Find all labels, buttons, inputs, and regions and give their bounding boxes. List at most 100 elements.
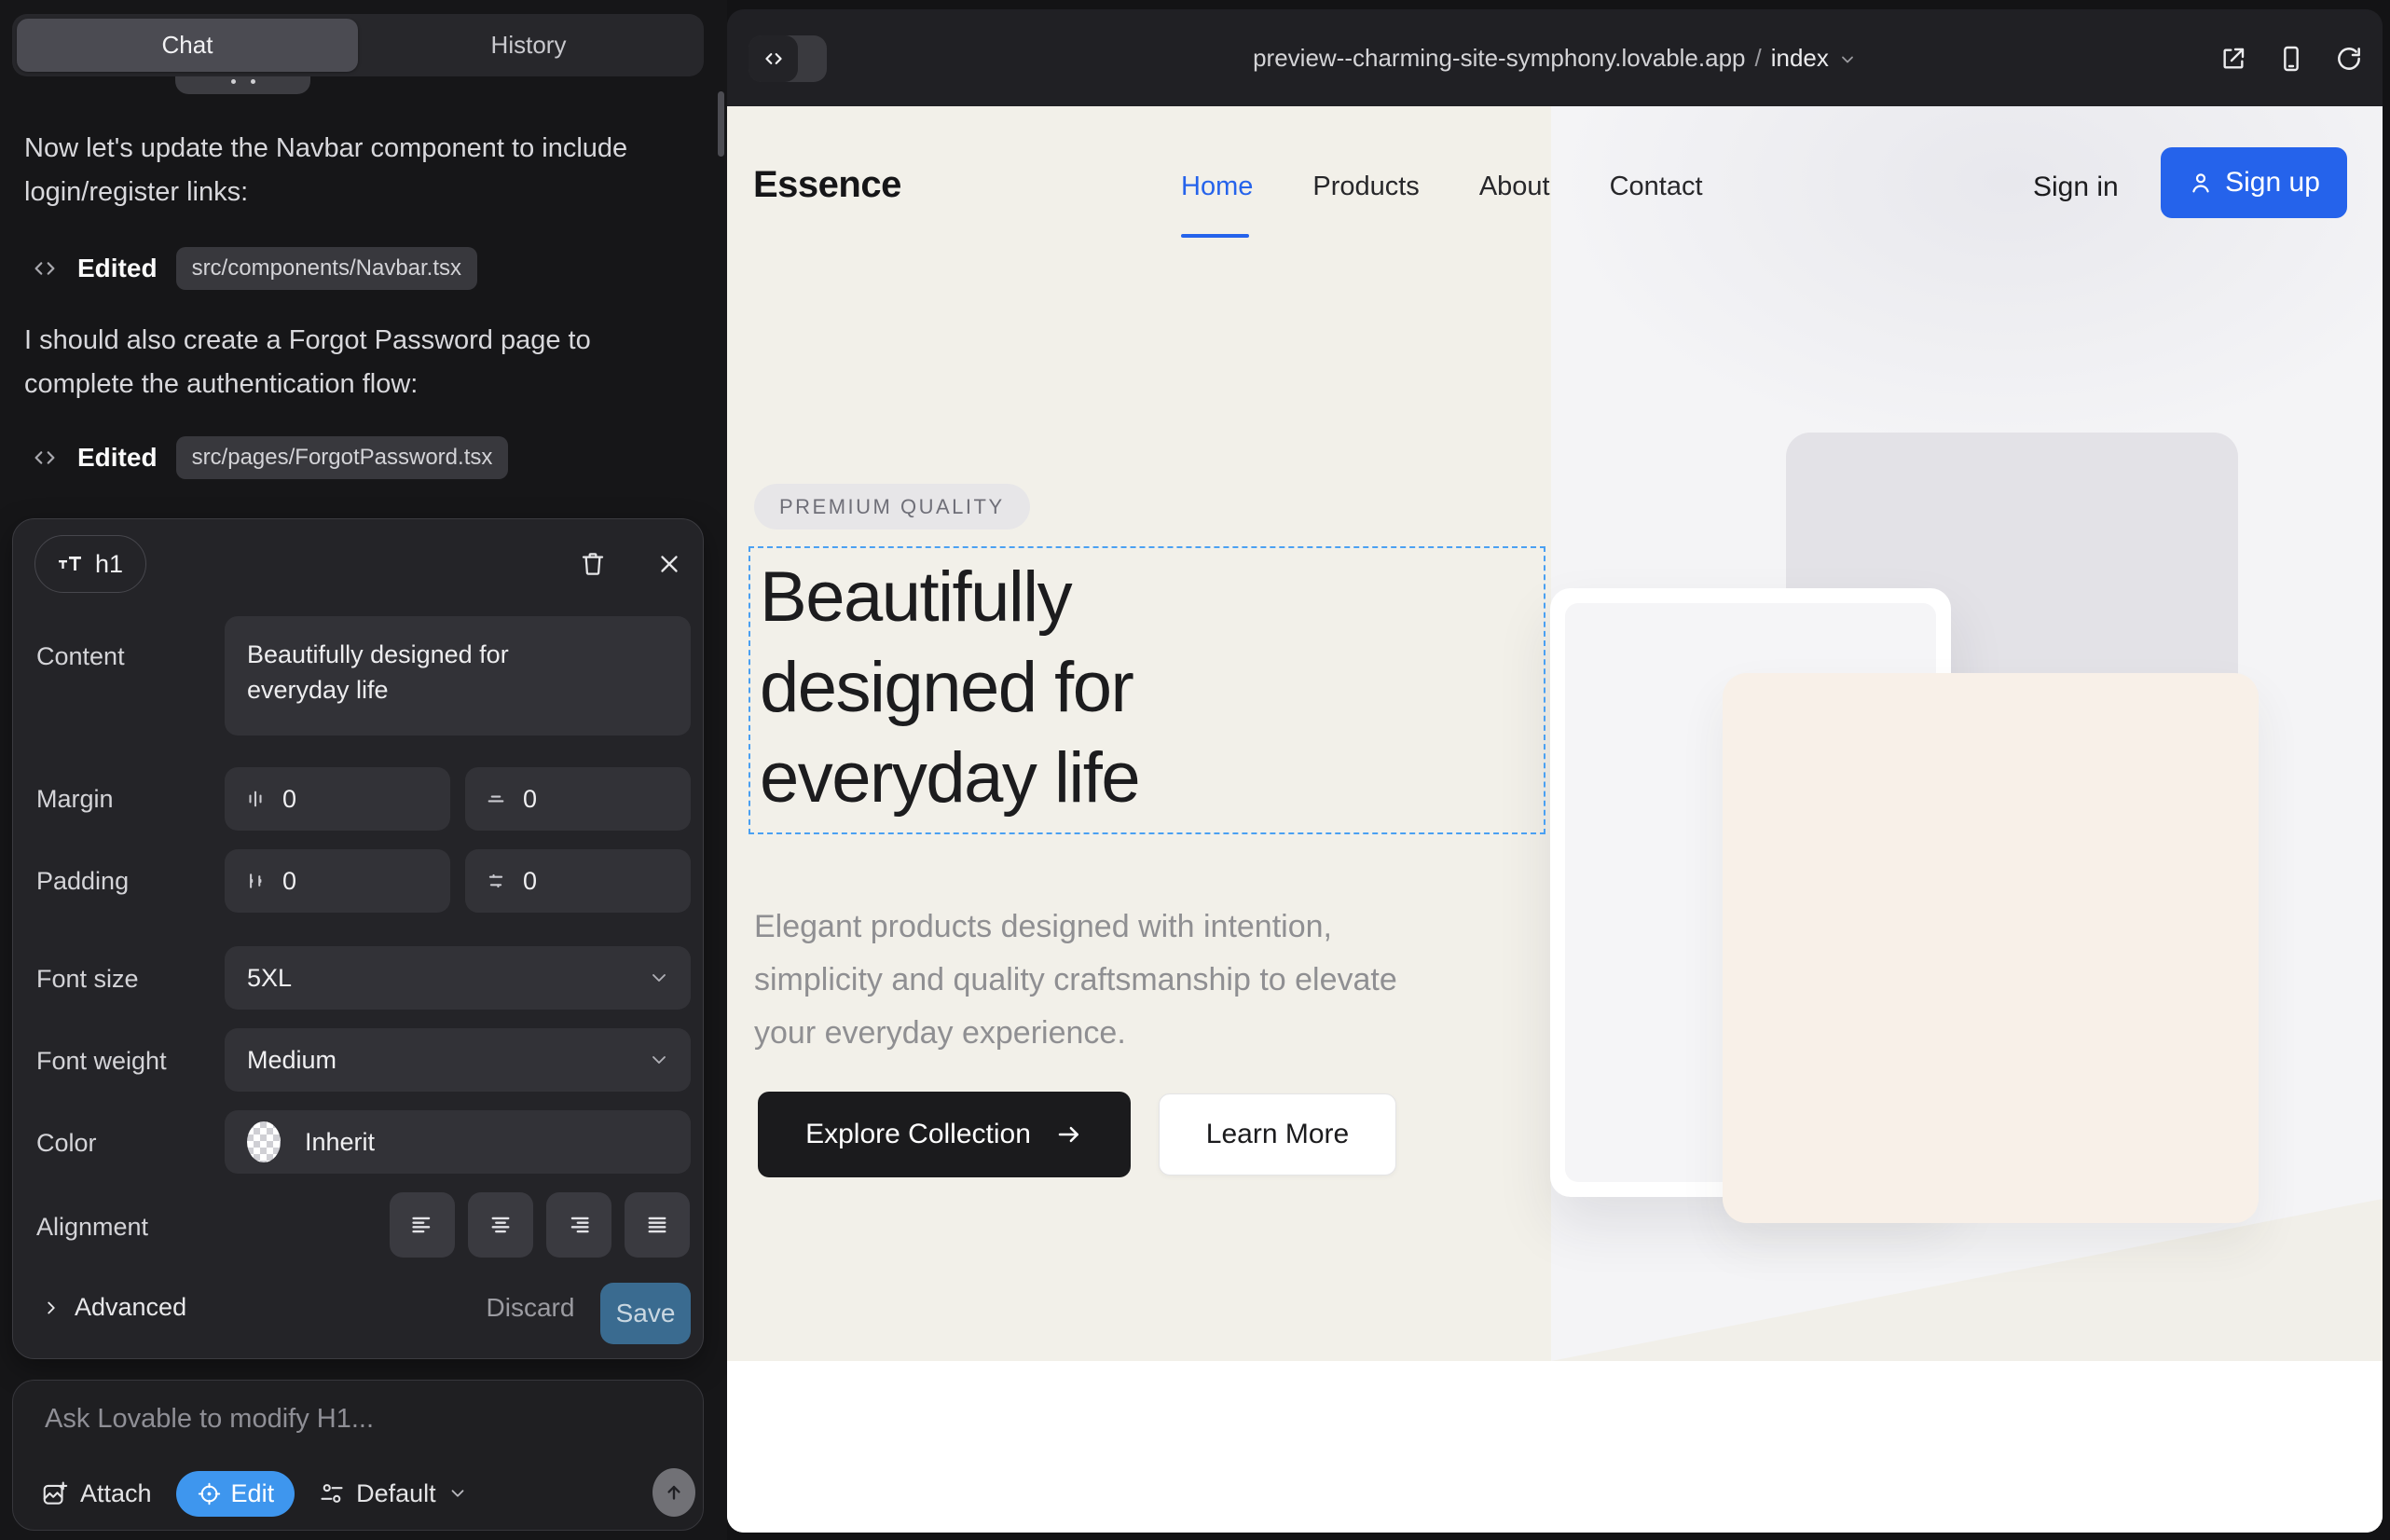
model-default-label: Default: [356, 1479, 436, 1508]
chevron-down-icon: [648, 1049, 670, 1071]
prompt-toolbar: Attach Edit Default: [41, 1470, 468, 1517]
site-logo[interactable]: Essence: [753, 164, 901, 206]
margin-x-value: 0: [282, 785, 296, 814]
browser-chrome: preview--charming-site-symphony.lovable.…: [727, 9, 2383, 106]
sliders-icon: [319, 1480, 345, 1506]
hero-card-cream: [1723, 673, 2259, 1223]
margin-y-value: 0: [523, 785, 537, 814]
dot-icon: [251, 79, 255, 84]
align-left-button[interactable]: [390, 1192, 455, 1258]
color-select[interactable]: Inherit: [225, 1110, 691, 1174]
url-bar[interactable]: preview--charming-site-symphony.lovable.…: [727, 9, 2383, 106]
code-icon: [31, 254, 59, 282]
tab-history[interactable]: History: [358, 19, 699, 72]
align-justify-icon: [645, 1213, 669, 1237]
trash-icon: [578, 549, 608, 579]
attach-button[interactable]: Attach: [41, 1479, 152, 1508]
discard-button[interactable]: Discard: [470, 1293, 591, 1323]
sign-up-button[interactable]: Sign up: [2161, 147, 2347, 218]
font-weight-select[interactable]: Medium: [225, 1028, 691, 1092]
alignment-label: Alignment: [36, 1213, 148, 1242]
assistant-message: Now let's update the Navbar component to…: [24, 127, 664, 214]
content-label: Content: [36, 642, 125, 671]
save-button[interactable]: Save: [600, 1283, 691, 1344]
nav-link-contact[interactable]: Contact: [1610, 172, 1703, 202]
align-center-button[interactable]: [468, 1192, 533, 1258]
margin-y-icon: [486, 789, 506, 809]
crosshair-icon: [197, 1481, 222, 1506]
advanced-label: Advanced: [75, 1293, 186, 1322]
font-weight-label: Font weight: [36, 1047, 167, 1076]
edited-file-chip[interactable]: src/components/Navbar.tsx: [176, 247, 477, 290]
edited-label: Edited: [77, 254, 158, 283]
arrow-right-icon: [1055, 1121, 1083, 1148]
align-right-button[interactable]: [546, 1192, 611, 1258]
url-separator: /: [1755, 44, 1762, 73]
learn-more-label: Learn More: [1206, 1119, 1349, 1150]
nav-link-about[interactable]: About: [1479, 172, 1550, 202]
color-swatch: [247, 1121, 281, 1162]
refresh-button[interactable]: [2334, 44, 2364, 74]
color-value: Inherit: [305, 1128, 375, 1157]
selected-h1-element[interactable]: Beautifully designed for everyday life: [749, 546, 1545, 834]
element-editor-panel: h1 Content Beautifully designed for ever…: [12, 518, 704, 1359]
attach-label: Attach: [80, 1479, 152, 1508]
prompt-box: Attach Edit Default: [12, 1380, 704, 1531]
site-nav: Home Products About Contact: [1181, 172, 1703, 202]
mobile-icon: [2276, 44, 2306, 74]
prompt-input[interactable]: [43, 1403, 658, 1436]
user-icon: [2188, 170, 2214, 196]
external-link-icon: [2218, 44, 2248, 74]
padding-x-input[interactable]: 0: [225, 849, 450, 913]
tab-chat[interactable]: Chat: [17, 19, 358, 72]
padding-y-input[interactable]: 0: [465, 849, 691, 913]
sign-in-link[interactable]: Sign in: [2033, 172, 2119, 203]
learn-more-button[interactable]: Learn More: [1159, 1093, 1396, 1176]
model-default-button[interactable]: Default: [319, 1479, 468, 1508]
code-icon: [31, 444, 59, 472]
chat-history-tabbar: Chat History: [12, 14, 704, 76]
close-editor-button[interactable]: [651, 545, 688, 583]
hero-badge: PREMIUM QUALITY: [754, 484, 1030, 529]
font-size-select[interactable]: 5XL: [225, 946, 691, 1010]
edited-file-chip[interactable]: src/pages/ForgotPassword.tsx: [176, 436, 509, 479]
margin-y-input[interactable]: 0: [465, 767, 691, 831]
attach-icon: [41, 1479, 69, 1507]
align-justify-button[interactable]: [625, 1192, 690, 1258]
send-button[interactable]: [652, 1468, 695, 1517]
content-input[interactable]: Beautifully designed for everyday life: [225, 616, 691, 736]
align-left-icon: [410, 1213, 434, 1237]
element-tag-badge: h1: [34, 535, 146, 593]
font-weight-value: Medium: [247, 1046, 337, 1075]
padding-x-icon: [245, 871, 266, 891]
close-icon: [655, 550, 683, 578]
chat-panel: Chat History Now let's update the Navbar…: [0, 0, 727, 1540]
delete-element-button[interactable]: [574, 545, 611, 583]
site-viewport: Essence Home Products About Contact Sign…: [727, 106, 2383, 1533]
chevron-down-icon: [447, 1483, 468, 1504]
margin-x-input[interactable]: 0: [225, 767, 450, 831]
mobile-view-button[interactable]: [2276, 44, 2306, 74]
padding-y-value: 0: [523, 867, 537, 896]
explore-collection-label: Explore Collection: [805, 1119, 1031, 1150]
chevron-down-icon: [648, 967, 670, 989]
edit-mode-button[interactable]: Edit: [176, 1471, 295, 1517]
advanced-toggle[interactable]: Advanced: [41, 1293, 186, 1322]
element-tag-label: h1: [95, 550, 123, 579]
nav-link-home[interactable]: Home: [1181, 172, 1253, 202]
edit-mode-label: Edit: [231, 1479, 275, 1508]
align-right-icon: [567, 1213, 591, 1237]
hero-headline: Beautifully designed for everyday life: [750, 548, 1347, 823]
refresh-icon: [2334, 44, 2364, 74]
hero-description: Elegant products designed with intention…: [754, 901, 1463, 1060]
url-host: preview--charming-site-symphony.lovable.…: [1253, 44, 1745, 73]
explore-collection-button[interactable]: Explore Collection: [758, 1092, 1131, 1177]
type-icon: [58, 551, 84, 577]
margin-label: Margin: [36, 785, 114, 814]
sign-up-label: Sign up: [2225, 167, 2320, 199]
nav-link-products[interactable]: Products: [1312, 172, 1419, 202]
chat-scrollbar[interactable]: [718, 91, 724, 157]
app-root: Chat History Now let's update the Navbar…: [0, 0, 2390, 1540]
align-center-icon: [488, 1213, 513, 1237]
open-external-button[interactable]: [2218, 44, 2248, 74]
